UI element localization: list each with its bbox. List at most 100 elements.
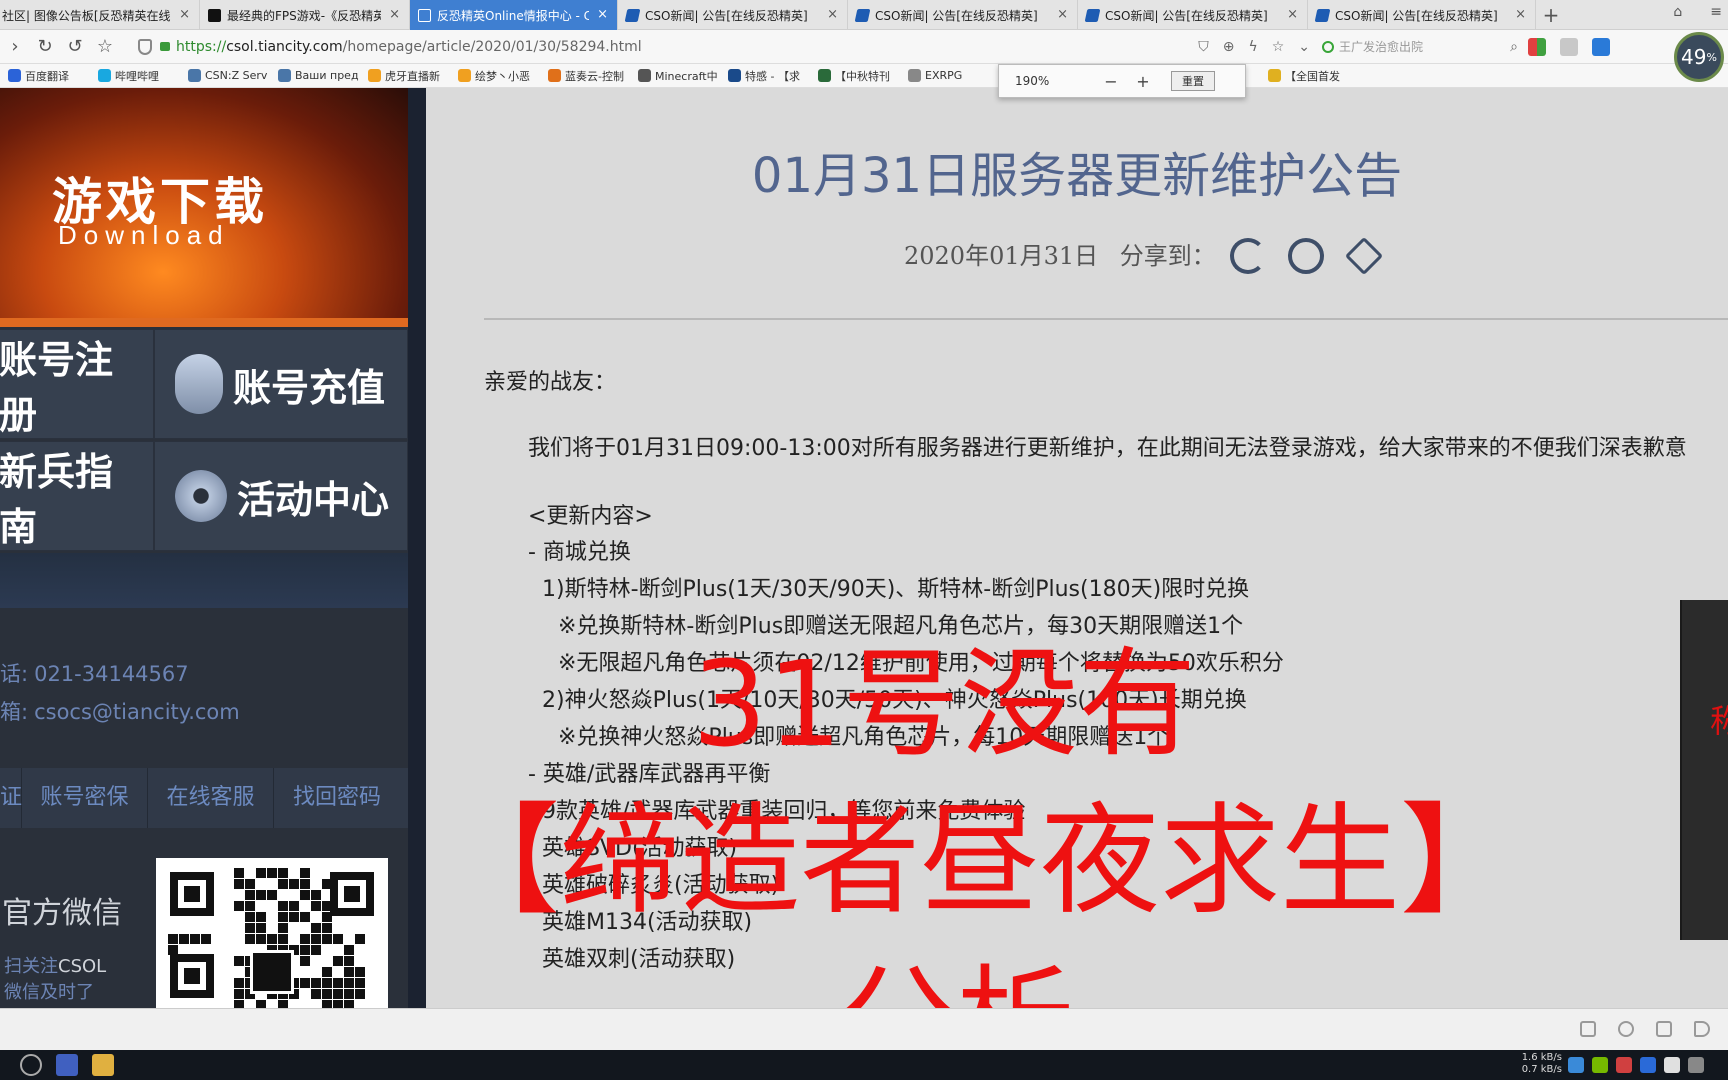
tile-activity[interactable]: 活动中心 — [154, 441, 408, 551]
qr-module — [344, 978, 354, 988]
bookmark-icon — [8, 69, 21, 82]
reload-icon[interactable]: ↻ — [30, 32, 60, 62]
service-link[interactable]: 找回密码 — [274, 768, 400, 828]
clock-app-icon[interactable] — [20, 1054, 42, 1076]
wechat-desc: 扫关注CSOL 微信及时了 — [4, 954, 106, 1006]
qr-module — [333, 1000, 343, 1008]
intro: 我们将于01月31日09:00-13:00对所有服务器进行更新维护，在此期间无法… — [528, 436, 1687, 461]
qr-module — [322, 1000, 332, 1008]
translate-icon[interactable] — [1592, 37, 1610, 56]
tab-3-active[interactable]: 反恐精英Online情报中心 - CSO × — [410, 0, 618, 30]
bookmark-item[interactable]: 特感 - 【求 — [728, 68, 810, 84]
tab-close-icon[interactable]: × — [389, 7, 400, 23]
zoom-icon[interactable]: ⊕ — [1223, 39, 1235, 55]
bookmark-icon — [278, 69, 291, 82]
qr-module — [179, 934, 189, 944]
bookmark-item[interactable]: Minecraft中 — [638, 68, 720, 84]
shirt-icon[interactable]: ⌂ — [1673, 4, 1682, 20]
tab-close-icon[interactable]: × — [827, 7, 838, 23]
bookmark-item[interactable]: 蓝奏云-控制 — [548, 68, 630, 84]
volume-icon[interactable] — [1694, 1021, 1710, 1037]
qr-module — [322, 901, 332, 911]
bookmark-item[interactable]: 绘梦丶小恶 — [458, 68, 540, 84]
tab-7[interactable]: CSO新闻| 公告[在线反恐精英] × — [1308, 0, 1536, 30]
qr-module — [278, 1000, 288, 1008]
refresh-icon[interactable] — [1618, 1021, 1634, 1037]
qr-module — [168, 945, 178, 955]
tab-close-icon[interactable]: × — [1057, 7, 1068, 23]
star-icon[interactable]: ☆ — [90, 32, 120, 62]
shield-check-icon[interactable]: ⛉ — [1198, 39, 1209, 55]
user-icon[interactable] — [1560, 37, 1578, 56]
tab-close-icon[interactable]: × — [597, 7, 608, 23]
tab-2[interactable]: 最经典的FPS游戏-《反恐精英O × — [200, 0, 410, 30]
bluetooth-icon[interactable] — [1640, 1057, 1656, 1073]
lightning-icon[interactable]: ϟ — [1248, 39, 1257, 55]
qr-module — [278, 868, 288, 878]
bookmark-star-icon[interactable]: ☆ — [1272, 39, 1285, 55]
extension-icons — [1528, 37, 1610, 56]
sina-weibo-icon[interactable] — [1288, 238, 1324, 274]
tab-close-icon[interactable]: × — [1515, 7, 1526, 23]
bookmark-label: EXRPG — [925, 69, 963, 82]
search-icon[interactable]: ⌕ — [1510, 39, 1518, 55]
zoom-reset-button[interactable]: 重置 — [1171, 71, 1215, 91]
zoom-in-button[interactable]: + — [1127, 72, 1159, 91]
undo-icon[interactable]: ↺ — [60, 32, 90, 62]
system-tray — [1568, 1057, 1704, 1073]
tencent-weibo-icon[interactable] — [1230, 238, 1266, 274]
bookmark-item[interactable]: 【全国首发 — [1268, 68, 1350, 84]
speaker-icon[interactable] — [1688, 1057, 1704, 1073]
tab-close-icon[interactable]: × — [179, 7, 190, 23]
url-actions: ⛉ ⊕ ϟ ☆ ⌄ — [1198, 39, 1318, 55]
search-placeholder: 王广发治愈出院 — [1339, 40, 1424, 54]
shield-icon[interactable] — [1568, 1057, 1584, 1073]
zoom-out-button[interactable]: − — [1095, 72, 1127, 91]
tab-label: 反恐精英Online情报中心 - CSO — [437, 8, 589, 23]
side-popup-panel[interactable]: 称 — [1680, 600, 1728, 940]
tile-guide[interactable]: 新兵指南 — [0, 441, 154, 551]
bookmark-item[interactable]: 【中秋特刊 — [818, 68, 900, 84]
service-link[interactable]: 证 — [0, 768, 22, 828]
download-banner[interactable]: 游戏下载 Download — [0, 88, 408, 318]
search-input[interactable]: 王广发治愈出院 ⌕ — [1318, 34, 1518, 60]
rocket-icon[interactable] — [1580, 1021, 1596, 1037]
bookmark-item[interactable]: 百度翻译 — [8, 68, 90, 84]
qr-module — [322, 912, 332, 922]
new-tab-button[interactable]: + — [1536, 0, 1566, 29]
download-subtitle: Download — [58, 220, 230, 250]
forward-icon[interactable]: › — [0, 32, 30, 62]
tab-6[interactable]: CSO新闻| 公告[在线反恐精英] × — [1078, 0, 1308, 30]
bookmark-item[interactable]: 哔哩哔哩 — [98, 68, 180, 84]
service-link[interactable]: 账号密保 — [22, 768, 148, 828]
zoom-badge[interactable]: 49% — [1674, 32, 1724, 82]
bookmark-item[interactable]: 虎牙直播新 — [368, 68, 450, 84]
bookmark-icon — [98, 69, 111, 82]
favorite-star-icon[interactable] — [1344, 236, 1384, 276]
folder-icon[interactable] — [92, 1054, 114, 1076]
tab-5[interactable]: CSO新闻| 公告[在线反恐精英] × — [848, 0, 1078, 30]
security-icon[interactable] — [1616, 1057, 1632, 1073]
tab-1[interactable]: 社区| 图像公告板[反恐精英在线 × — [0, 0, 200, 30]
game-app-icon[interactable] — [56, 1054, 78, 1076]
service-link[interactable]: 在线客服 — [148, 768, 274, 828]
nvidia-icon[interactable] — [1592, 1057, 1608, 1073]
tab-4[interactable]: CSO新闻| 公告[在线反恐精英] × — [618, 0, 848, 30]
bookmark-item[interactable]: EXRPG — [908, 69, 990, 82]
wechat-qr-code — [156, 858, 388, 1008]
tile-recharge[interactable]: 账号充值 — [154, 329, 408, 439]
apps-icon[interactable] — [1528, 37, 1546, 56]
tab-close-icon[interactable]: × — [1287, 7, 1298, 23]
qr-module — [300, 956, 310, 966]
email-value[interactable]: csocs@tiancity.com — [34, 700, 240, 724]
trash-icon[interactable] — [1656, 1021, 1672, 1037]
bookmark-item[interactable]: Ваши пред — [278, 69, 360, 82]
bookmark-item[interactable]: CSN:Z Serv — [188, 69, 270, 82]
chevron-down-icon[interactable]: ⌄ — [1298, 39, 1310, 55]
qq-icon[interactable] — [1664, 1057, 1680, 1073]
qr-module — [300, 978, 310, 988]
menu-icon[interactable]: ≡ — [1710, 4, 1722, 20]
tile-register[interactable]: 账号注册 — [0, 329, 154, 439]
qr-module — [300, 934, 310, 944]
url-bar[interactable]: https://csol.tiancity.com/homepage/artic… — [128, 34, 1318, 60]
